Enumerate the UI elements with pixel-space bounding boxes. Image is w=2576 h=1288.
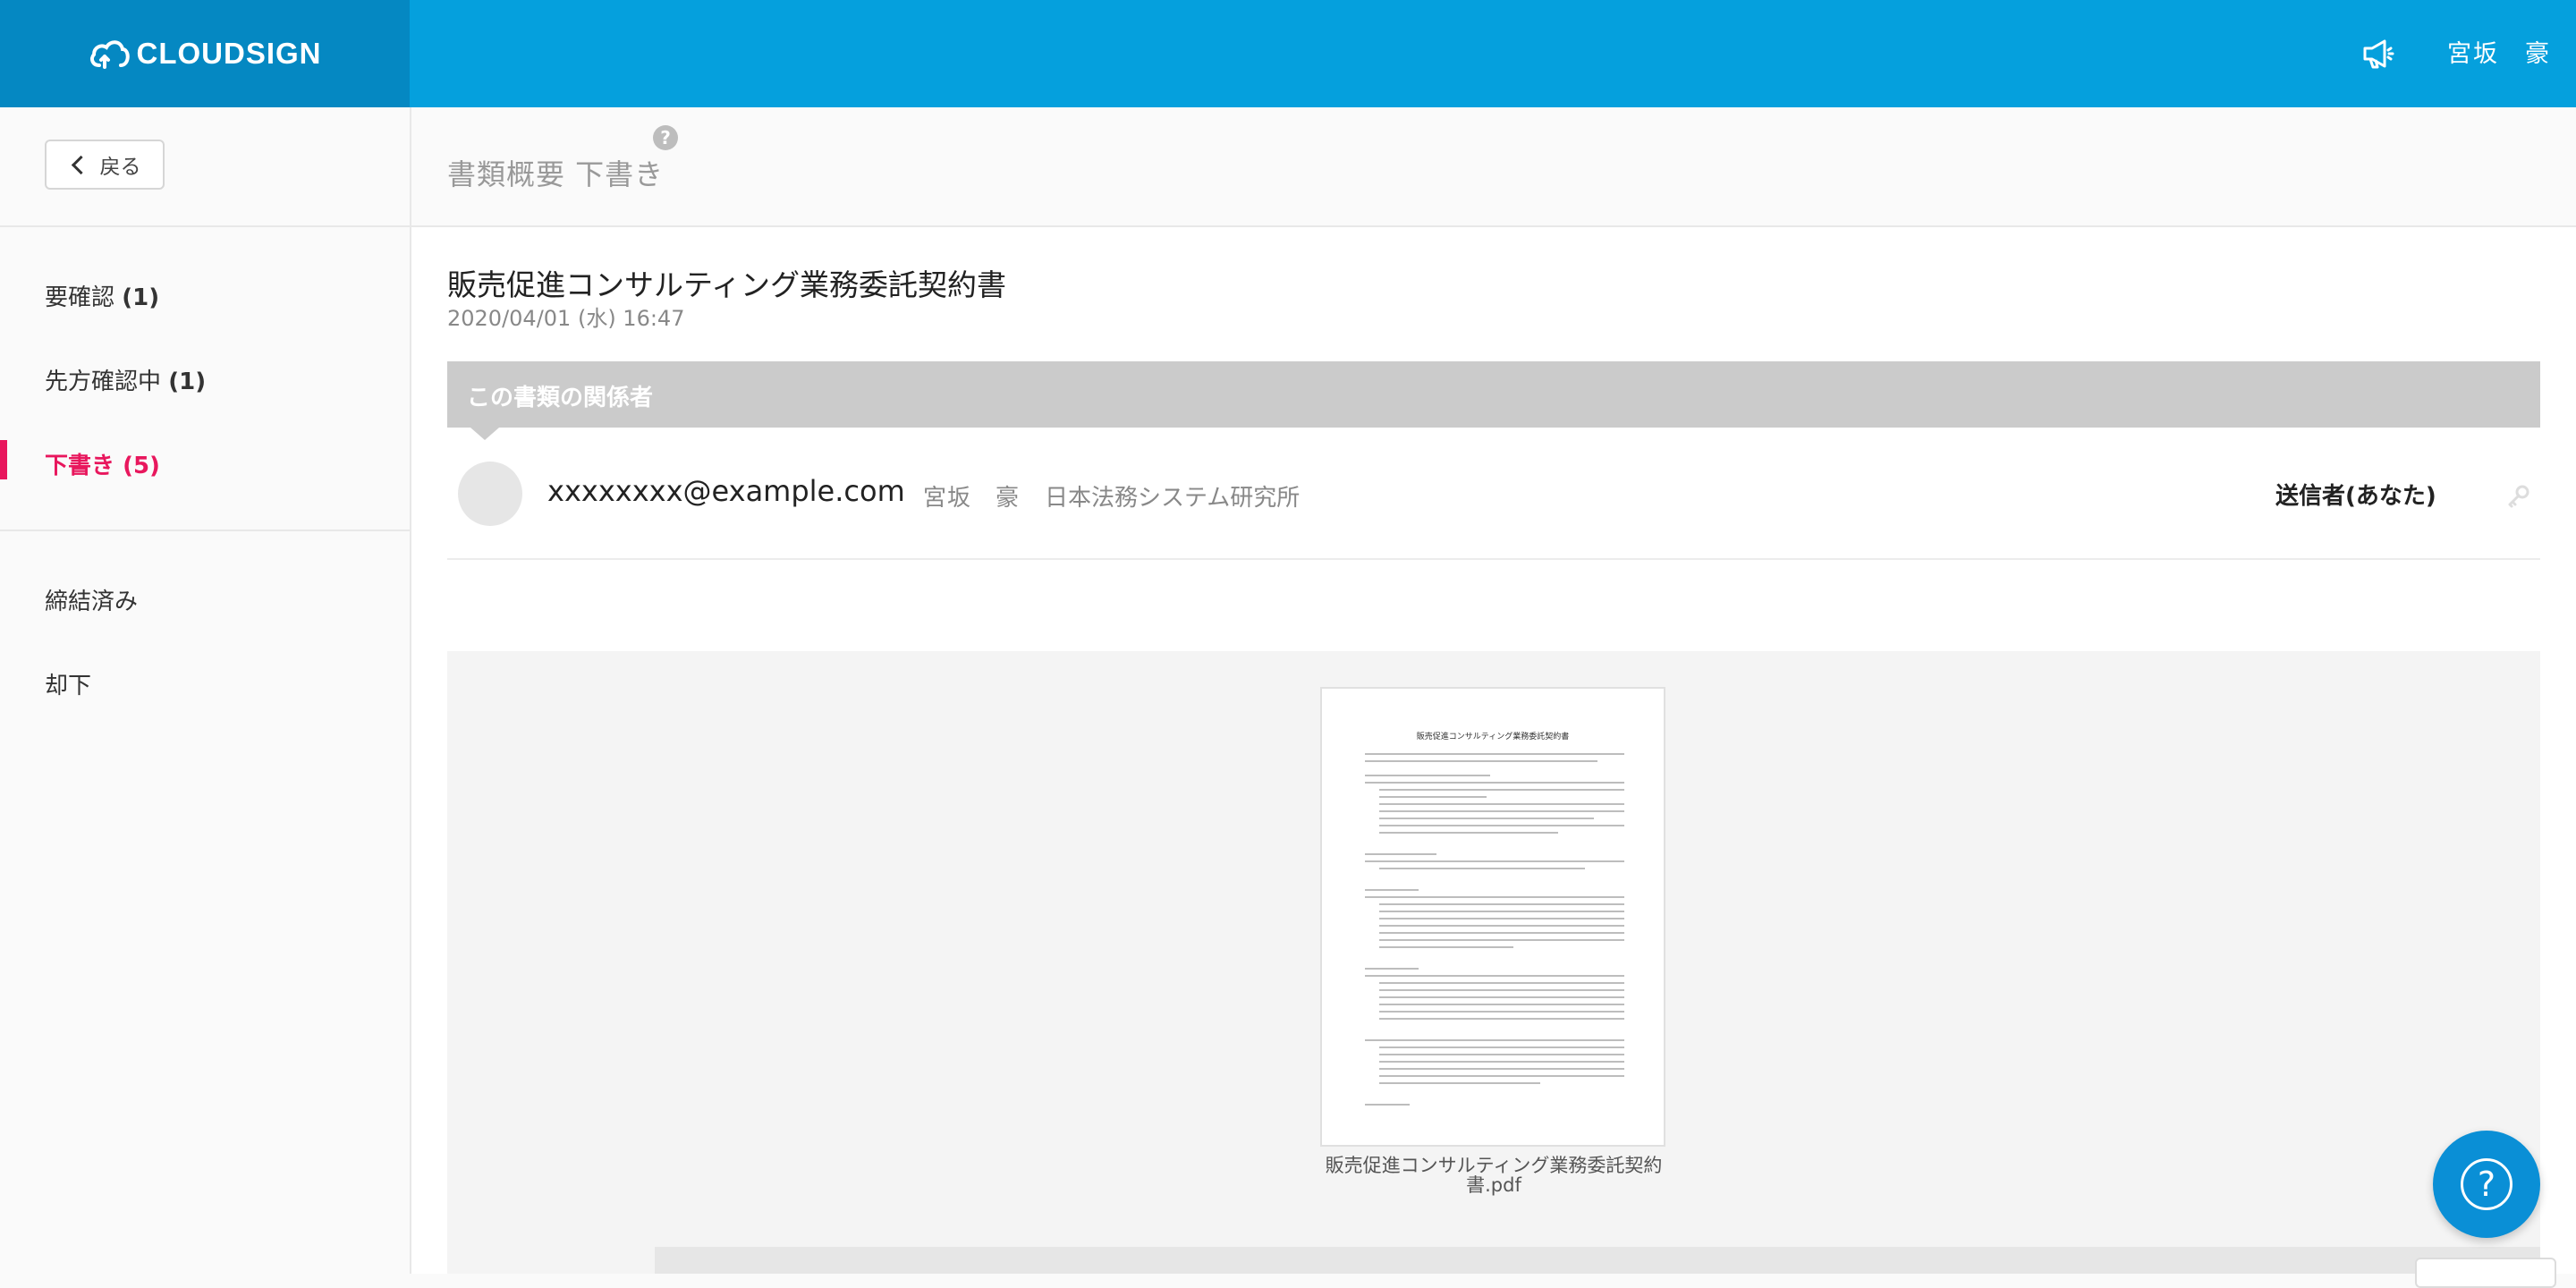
sidebar-divider bbox=[0, 225, 410, 227]
text-line bbox=[1365, 775, 1490, 776]
back-button[interactable]: 戻る bbox=[45, 140, 165, 190]
page-title: 書類概要 下書き bbox=[447, 157, 665, 191]
help-icon[interactable]: ? bbox=[653, 125, 678, 150]
text-line bbox=[1365, 760, 1597, 762]
parties-section-label: この書類の関係者 bbox=[467, 385, 654, 411]
question-icon: ? bbox=[2461, 1158, 2512, 1210]
sidebar-item-label: 先方確認中 bbox=[45, 369, 162, 395]
sub-header: 書類概要 下書き ? bbox=[411, 107, 2576, 227]
text-line bbox=[1379, 939, 1624, 941]
text-line bbox=[1379, 1082, 1540, 1084]
text-line bbox=[1365, 753, 1624, 755]
key-icon bbox=[2508, 485, 2529, 508]
file-name-line: 販売促進コンサルティング業務委託契約 bbox=[1325, 1155, 1663, 1176]
text-line bbox=[1365, 1039, 1624, 1041]
text-line bbox=[1379, 1068, 1624, 1070]
text-line bbox=[1379, 789, 1624, 791]
sidebar-item-count: (5) bbox=[123, 453, 160, 479]
text-line bbox=[1365, 975, 1624, 977]
text-line bbox=[1379, 1075, 1624, 1077]
action-button[interactable] bbox=[2415, 1258, 2556, 1288]
text-line bbox=[1365, 782, 1624, 784]
party-organization: 日本法務システム研究所 bbox=[1045, 485, 1301, 512]
sidebar-item-awaiting-counterparty[interactable]: 先方確認中 (1) bbox=[45, 363, 206, 396]
sidebar-item-concluded[interactable]: 締結済み bbox=[45, 583, 138, 616]
text-line bbox=[1379, 818, 1594, 819]
text-line bbox=[1379, 918, 1624, 919]
top-header: CLOUDSIGN 宮坂 豪 bbox=[0, 0, 2576, 107]
document-page-thumbnail[interactable]: 販売促進コンサルティング業務委託契約書 bbox=[1320, 687, 1665, 1147]
document-preview-area: 販売促進コンサルティング業務委託契約書 販売促進コンサルティング業務委託契約 書… bbox=[447, 651, 2556, 1288]
sidebar-item-label: 締結済み bbox=[45, 589, 139, 615]
logo-text: CLOUDSIGN bbox=[136, 37, 322, 70]
party-name: 宮坂 豪 bbox=[923, 485, 1021, 512]
text-line bbox=[1379, 982, 1624, 984]
document-date: 2020/04/01 (水) 16:47 bbox=[447, 306, 685, 331]
parties-section-header: この書類の関係者 bbox=[447, 361, 2540, 440]
text-line bbox=[1379, 1018, 1624, 1020]
text-line bbox=[1379, 803, 1624, 805]
text-line bbox=[1365, 968, 1419, 970]
party-email: xxxxxxxx@example.com bbox=[547, 474, 905, 508]
file-name[interactable]: 販売促進コンサルティング業務委託契約 書.pdf bbox=[1288, 1156, 1699, 1195]
sidebar-item-label: 下書き bbox=[45, 453, 115, 479]
text-line bbox=[1379, 868, 1585, 869]
sidebar: 戻る 要確認 (1) 先方確認中 (1) 下書き (5) 締結済み 却下 bbox=[0, 107, 411, 1274]
text-line bbox=[1365, 853, 1436, 855]
avatar bbox=[458, 462, 522, 526]
text-line bbox=[1379, 1011, 1624, 1013]
party-row: xxxxxxxx@example.com 宮坂 豪 日本法務システム研究所 送信… bbox=[447, 447, 2540, 560]
active-indicator bbox=[0, 440, 7, 479]
file-name-line: 書.pdf bbox=[1466, 1174, 1521, 1196]
text-line bbox=[1379, 796, 1487, 798]
text-line bbox=[1365, 889, 1419, 891]
text-line bbox=[1379, 810, 1624, 812]
sidebar-item-count: (1) bbox=[168, 369, 207, 395]
sidebar-divider bbox=[0, 530, 410, 531]
back-button-label: 戻る bbox=[99, 156, 141, 179]
chevron-left-icon bbox=[71, 155, 90, 174]
action-bar bbox=[655, 1247, 2556, 1288]
text-line bbox=[1379, 903, 1624, 905]
text-line bbox=[1379, 1046, 1624, 1048]
main-content: 書類概要 下書き ? 販売促進コンサルティング業務委託契約書 2020/04/0… bbox=[411, 107, 2576, 1288]
text-line bbox=[1379, 1061, 1624, 1063]
text-line bbox=[1365, 896, 1624, 898]
megaphone-icon[interactable] bbox=[2360, 36, 2395, 72]
sidebar-item-drafts[interactable]: 下書き (5) bbox=[45, 447, 160, 480]
text-line bbox=[1379, 946, 1513, 948]
section-notch bbox=[470, 428, 499, 440]
sidebar-item-rejected[interactable]: 却下 bbox=[45, 667, 91, 700]
sidebar-item-count: (1) bbox=[122, 284, 160, 311]
text-line bbox=[1379, 996, 1624, 998]
text-line bbox=[1379, 911, 1624, 912]
text-line bbox=[1365, 860, 1624, 862]
user-name[interactable]: 宮坂 豪 bbox=[2447, 34, 2551, 69]
sidebar-item-label: 却下 bbox=[45, 673, 92, 699]
text-line bbox=[1379, 989, 1624, 991]
text-line bbox=[1379, 1004, 1624, 1005]
thumbnail-title: 販売促進コンサルティング業務委託契約書 bbox=[1416, 733, 1570, 741]
text-line bbox=[1365, 1104, 1410, 1106]
text-line bbox=[1379, 932, 1624, 934]
help-button[interactable]: ? bbox=[2433, 1131, 2540, 1238]
text-line bbox=[1379, 825, 1624, 826]
document-title: 販売促進コンサルティング業務委託契約書 bbox=[447, 267, 1007, 302]
text-line bbox=[1379, 925, 1624, 927]
sidebar-item-label: 要確認 bbox=[45, 284, 115, 311]
cloud-logo-icon bbox=[89, 40, 130, 69]
text-line bbox=[1379, 832, 1558, 834]
sidebar-item-needs-confirmation[interactable]: 要確認 (1) bbox=[45, 279, 159, 312]
text-line bbox=[1379, 1054, 1624, 1055]
cloudsign-logo[interactable]: CLOUDSIGN bbox=[0, 0, 410, 107]
party-role: 送信者(あなた) bbox=[2275, 483, 2436, 510]
